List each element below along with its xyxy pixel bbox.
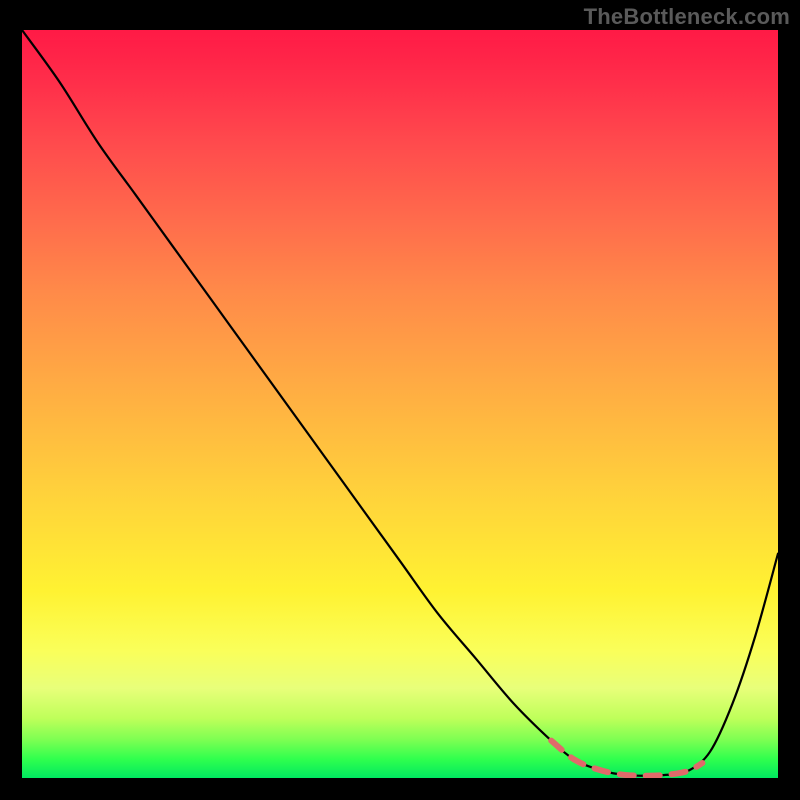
curve-line	[22, 30, 778, 776]
plot-svg	[22, 30, 778, 778]
chart-container: TheBottleneck.com	[0, 0, 800, 800]
plot-area	[22, 30, 778, 778]
trough-highlight	[551, 741, 702, 776]
attribution-text: TheBottleneck.com	[584, 4, 790, 30]
